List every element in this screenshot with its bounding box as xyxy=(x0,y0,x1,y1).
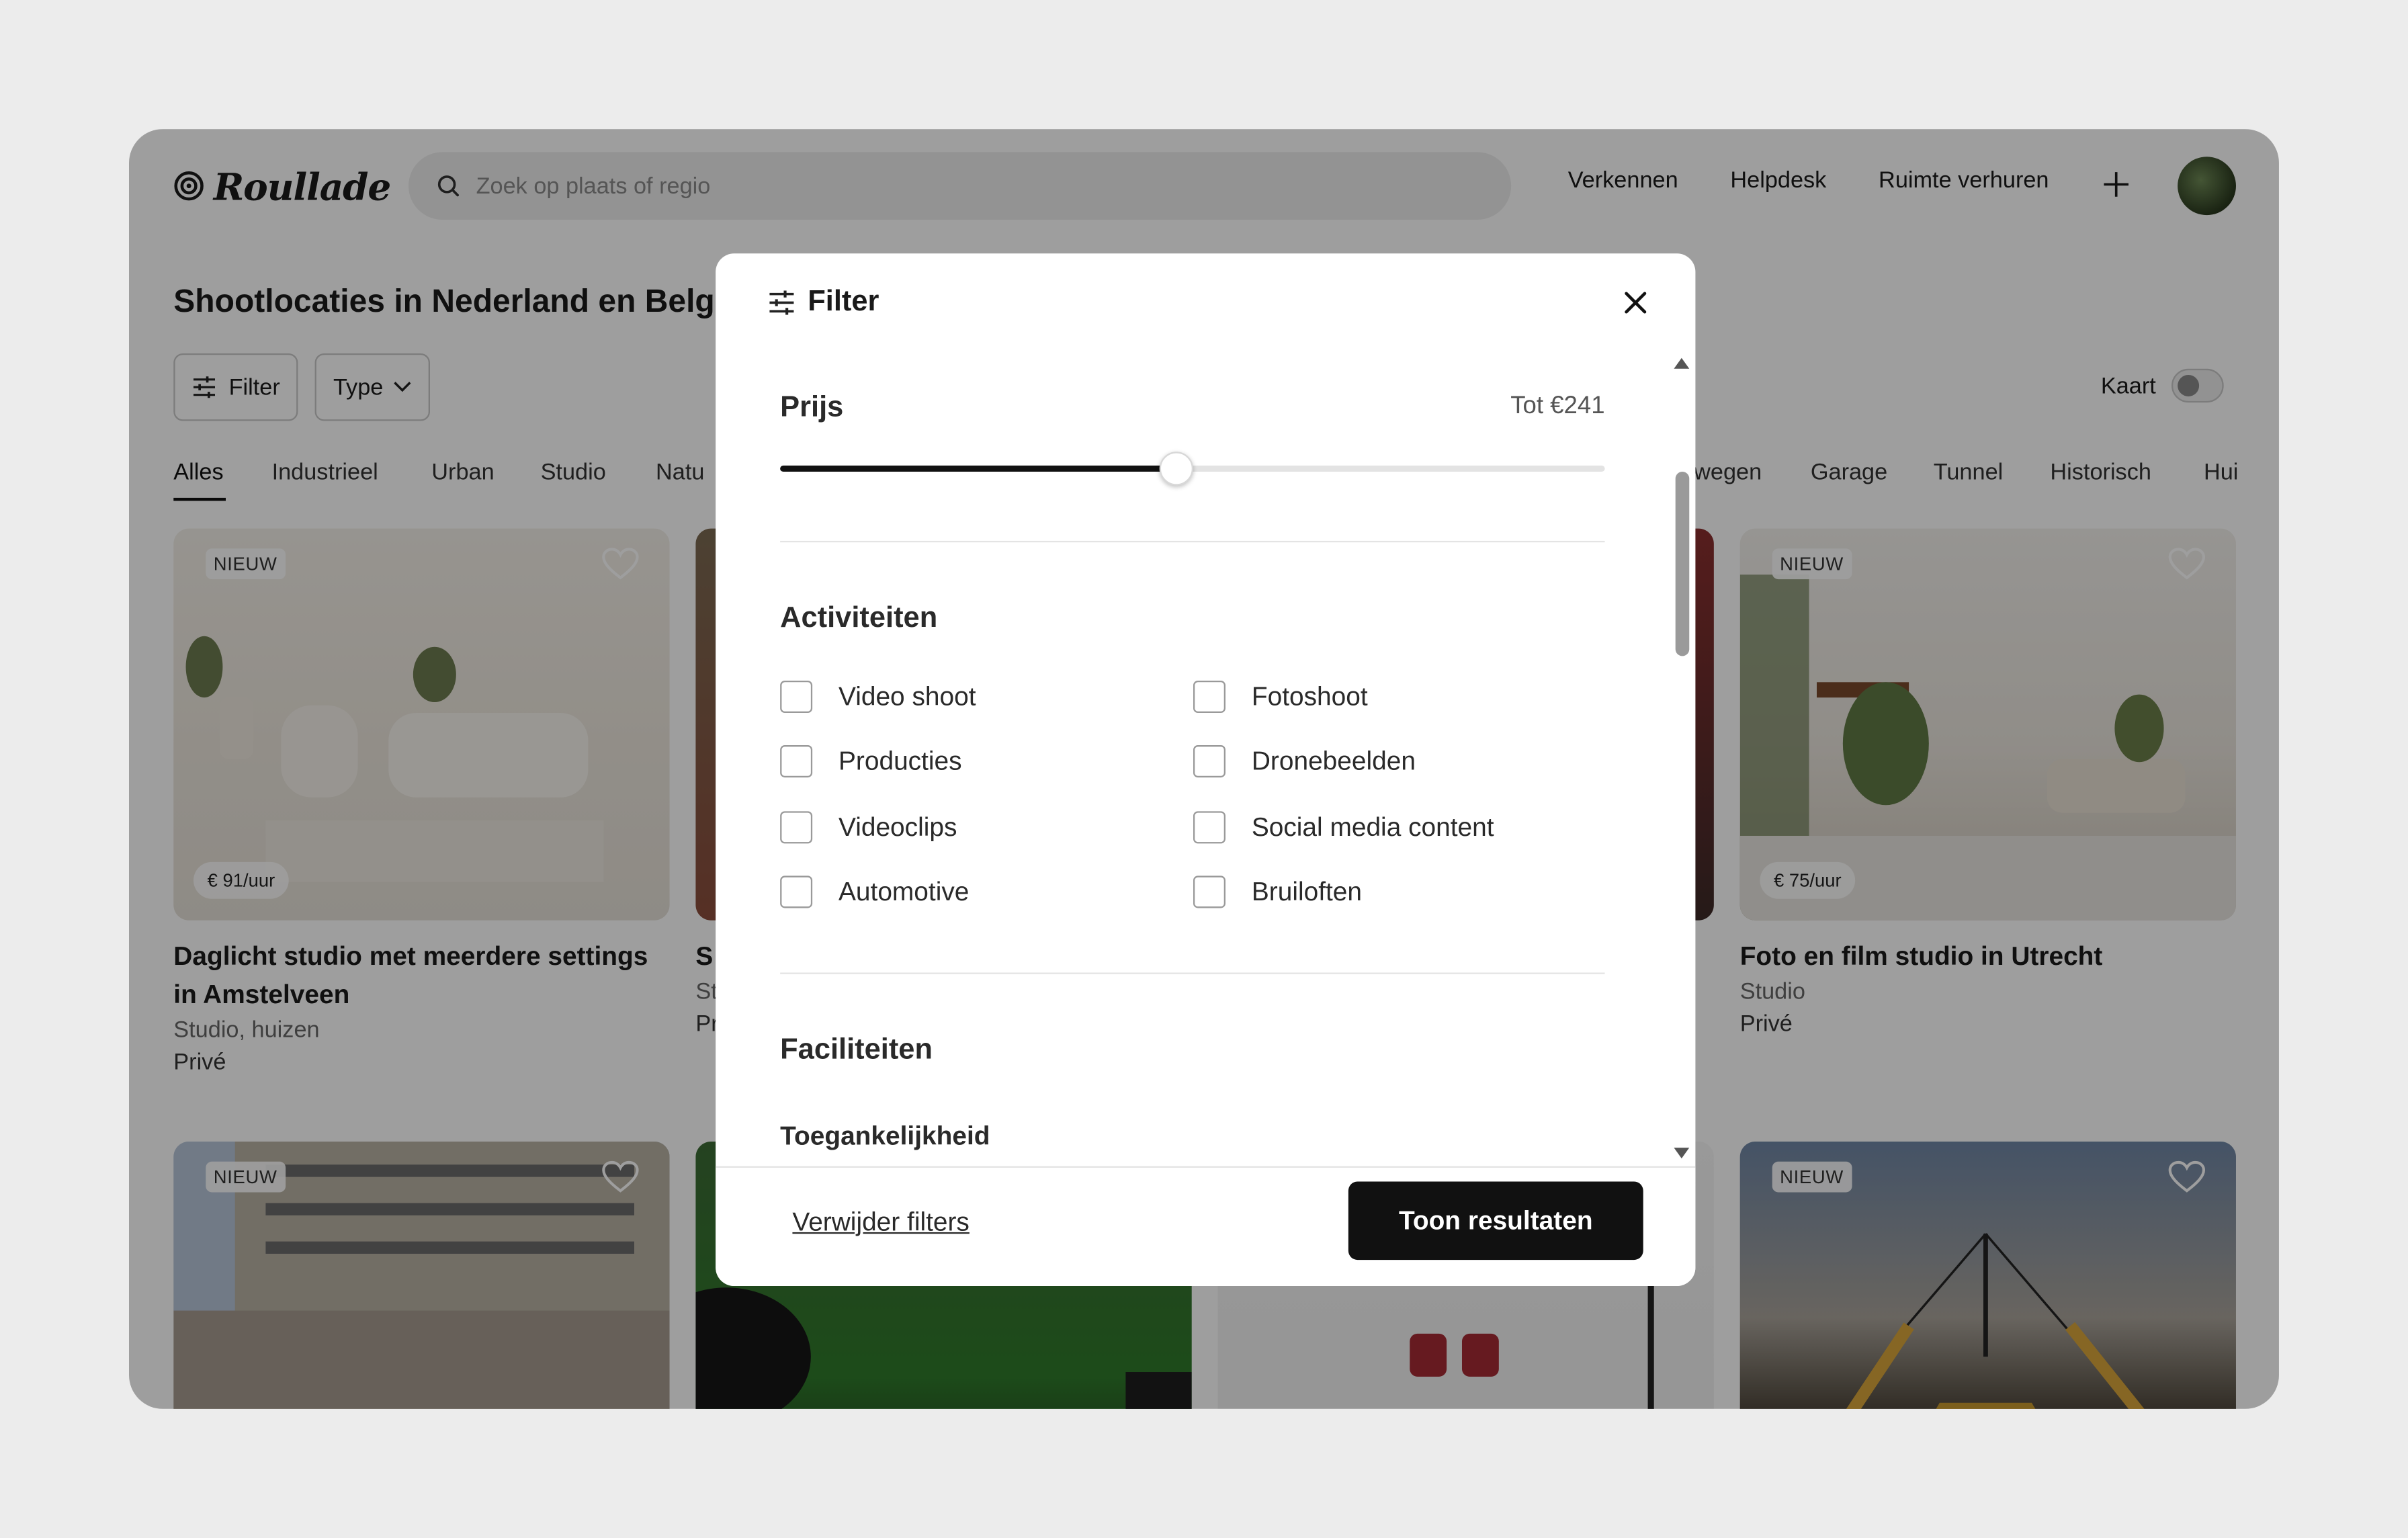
price-slider[interactable] xyxy=(780,452,1605,486)
checkbox-label: Automotive xyxy=(838,876,970,906)
checkbox-videoclips[interactable]: Videoclips xyxy=(780,811,957,844)
checkbox-label: Fotoshoot xyxy=(1251,681,1368,711)
close-icon[interactable] xyxy=(1620,288,1651,318)
checkbox-label: Dronebeelden xyxy=(1251,746,1416,775)
facilities-section-title: Faciliteiten xyxy=(780,1033,933,1066)
checkbox[interactable] xyxy=(780,745,813,778)
show-results-button[interactable]: Toon resultaten xyxy=(1348,1181,1643,1261)
checkbox-producties[interactable]: Producties xyxy=(780,745,962,778)
modal-header: Filter xyxy=(768,286,879,319)
checkbox[interactable] xyxy=(1193,811,1226,844)
checkbox-label: Video shoot xyxy=(838,681,976,711)
scrollbar-thumb[interactable] xyxy=(1675,472,1690,656)
checkbox-label: Bruiloften xyxy=(1251,876,1363,906)
checkbox[interactable] xyxy=(780,875,813,908)
clear-filters-link[interactable]: Verwijder filters xyxy=(792,1207,969,1238)
checkbox[interactable] xyxy=(780,811,813,844)
section-divider xyxy=(780,972,1605,974)
checkbox-social-media-content[interactable]: Social media content xyxy=(1193,811,1494,844)
checkbox-label: Producties xyxy=(838,746,962,775)
checkbox-label: Videoclips xyxy=(838,812,957,841)
price-section-title: Prijs xyxy=(780,392,844,425)
checkbox-label: Social media content xyxy=(1251,812,1494,841)
price-value: Tot €241 xyxy=(1510,393,1605,420)
modal-footer: Verwijder filters Toon resultaten xyxy=(716,1166,1696,1286)
checkbox-video-shoot[interactable]: Video shoot xyxy=(780,681,976,714)
scroll-down-arrow[interactable] xyxy=(1674,1148,1690,1159)
checkbox-dronebeelden[interactable]: Dronebeelden xyxy=(1193,745,1416,778)
section-divider xyxy=(780,540,1605,543)
checkbox[interactable] xyxy=(780,681,813,714)
activities-section-title: Activiteiten xyxy=(780,602,938,635)
filter-modal: Filter Prijs Tot €241 Activiteiten Video… xyxy=(716,253,1696,1286)
scroll-up-arrow[interactable] xyxy=(1674,357,1690,369)
checkbox[interactable] xyxy=(1193,875,1226,908)
price-slider-handle[interactable] xyxy=(1159,452,1193,486)
checkbox-automotive[interactable]: Automotive xyxy=(780,875,969,908)
checkbox[interactable] xyxy=(1193,681,1226,714)
checkbox[interactable] xyxy=(1193,745,1226,778)
sliders-icon xyxy=(769,290,794,315)
checkbox-bruiloften[interactable]: Bruiloften xyxy=(1193,875,1362,908)
checkbox-fotoshoot[interactable]: Fotoshoot xyxy=(1193,681,1368,714)
price-slider-fill xyxy=(780,465,1176,472)
modal-title: Filter xyxy=(808,286,879,318)
accessibility-subtitle: Toegankelijkheid xyxy=(780,1121,990,1151)
